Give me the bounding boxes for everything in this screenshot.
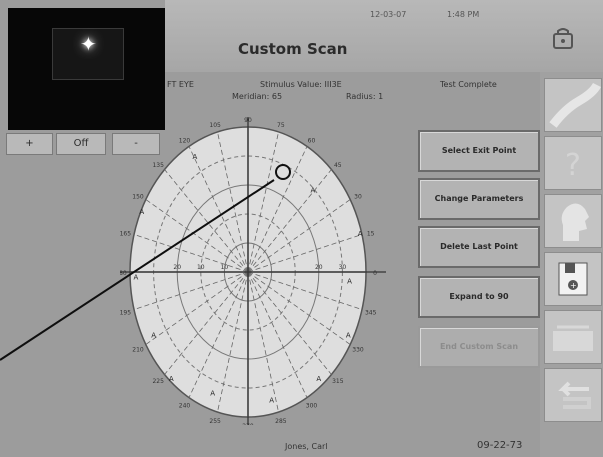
header-date: 12-03-07: [370, 10, 407, 19]
sidebar-help-button[interactable]: ?: [544, 136, 602, 190]
sidebar-save-button[interactable]: +: [544, 252, 602, 306]
help-icon[interactable]: [550, 26, 576, 52]
isopter-marker: A: [347, 278, 352, 286]
delete-last-point-button[interactable]: Delete Last Point: [418, 226, 540, 268]
question-icon: ?: [565, 148, 581, 183]
ring-label: 20: [315, 264, 323, 271]
meridian-label: 165: [120, 230, 131, 237]
meridian-label: 225: [152, 378, 164, 385]
perimetry-screen: 12-03-07 1:48 PM Custom Scan ✦ + Off - F…: [0, 0, 603, 457]
meridian-label: 240: [179, 403, 191, 410]
meridian-label: 60: [308, 137, 316, 144]
meridian-label: 285: [275, 418, 287, 425]
meridian-label: 15: [367, 230, 375, 237]
sidebar-curve-button[interactable]: [544, 78, 602, 132]
isopter-marker: A: [169, 375, 174, 383]
floppy-disk-icon: +: [558, 262, 588, 296]
meridian-label: 345: [365, 310, 377, 317]
meridian-label: 105: [209, 122, 221, 129]
test-status: Test Complete: [440, 80, 497, 89]
radius-value: Radius: 1: [346, 92, 384, 101]
isopter-marker: A: [358, 230, 363, 238]
fixation-light-icon: ✦: [80, 32, 97, 56]
patient-name: Jones, Carl: [285, 442, 328, 451]
isopter-marker: A: [139, 208, 144, 216]
sidebar-back-button[interactable]: [544, 368, 602, 422]
meridian-label: 315: [332, 378, 344, 385]
meridian-label: 45: [334, 162, 342, 169]
isopter-marker: A: [311, 186, 316, 194]
expand-to-90-button[interactable]: Expand to 90: [418, 276, 540, 318]
meridian-label: 75: [277, 122, 285, 129]
end-custom-scan-button[interactable]: End Custom Scan: [418, 326, 540, 368]
meridian-label: 135: [152, 162, 164, 169]
head-profile-icon: [561, 203, 589, 241]
ring-label: 10: [197, 264, 205, 271]
patient-dob: 09-22-73: [477, 440, 523, 451]
meridian-label: 330: [352, 347, 364, 354]
stimulus-value: Stimulus Value: III3E: [260, 80, 342, 89]
camera-view: ✦: [8, 8, 165, 130]
page-title: Custom Scan: [238, 40, 348, 58]
select-exit-point-button[interactable]: Select Exit Point: [418, 130, 540, 172]
isopter-marker: A: [134, 273, 139, 281]
meridian-label: 0: [373, 270, 377, 277]
meridian-label: 120: [179, 137, 191, 144]
meridian-label: 30: [354, 194, 362, 201]
meridian-value: Meridian: 65: [232, 92, 283, 101]
meridian-label: 255: [209, 418, 221, 425]
change-parameters-button[interactable]: Change Parameters: [418, 178, 540, 220]
header-time: 1:48 PM: [447, 10, 480, 19]
curve-icon: [549, 82, 602, 128]
camera-off-button[interactable]: Off: [56, 133, 106, 155]
isopter-marker: A: [210, 389, 215, 397]
meridian-label: 300: [306, 403, 318, 410]
isopter-marker: A: [316, 375, 321, 383]
sidebar-head-button[interactable]: [544, 194, 602, 248]
isopter-marker: A: [346, 331, 351, 339]
meridian-label: 210: [132, 347, 144, 354]
ring-label: 30: [339, 264, 347, 271]
isopter-marker: A: [193, 153, 198, 161]
meridian-label: 180: [120, 270, 127, 277]
eye-label: FT EYE: [167, 80, 194, 89]
isopter-marker: A: [151, 331, 156, 339]
svg-text:?: ?: [565, 148, 581, 183]
return-arrow-icon: [558, 381, 591, 409]
visual-field-chart[interactable]: 0153045607590105120135150165180195210225…: [120, 115, 420, 425]
sidebar-print-button[interactable]: [544, 310, 602, 364]
ring-label: 10: [221, 264, 229, 271]
meridian-label: 195: [120, 310, 131, 317]
tool-sidebar: ? +: [540, 72, 603, 457]
tray-icon: [553, 325, 593, 351]
isopter-marker: A: [269, 397, 274, 405]
meridian-label: 150: [132, 194, 144, 201]
camera-plus-button[interactable]: +: [6, 133, 53, 155]
svg-text:+: +: [570, 281, 577, 290]
ring-label: 20: [173, 264, 181, 271]
header-bar: 12-03-07 1:48 PM Custom Scan: [165, 0, 603, 72]
